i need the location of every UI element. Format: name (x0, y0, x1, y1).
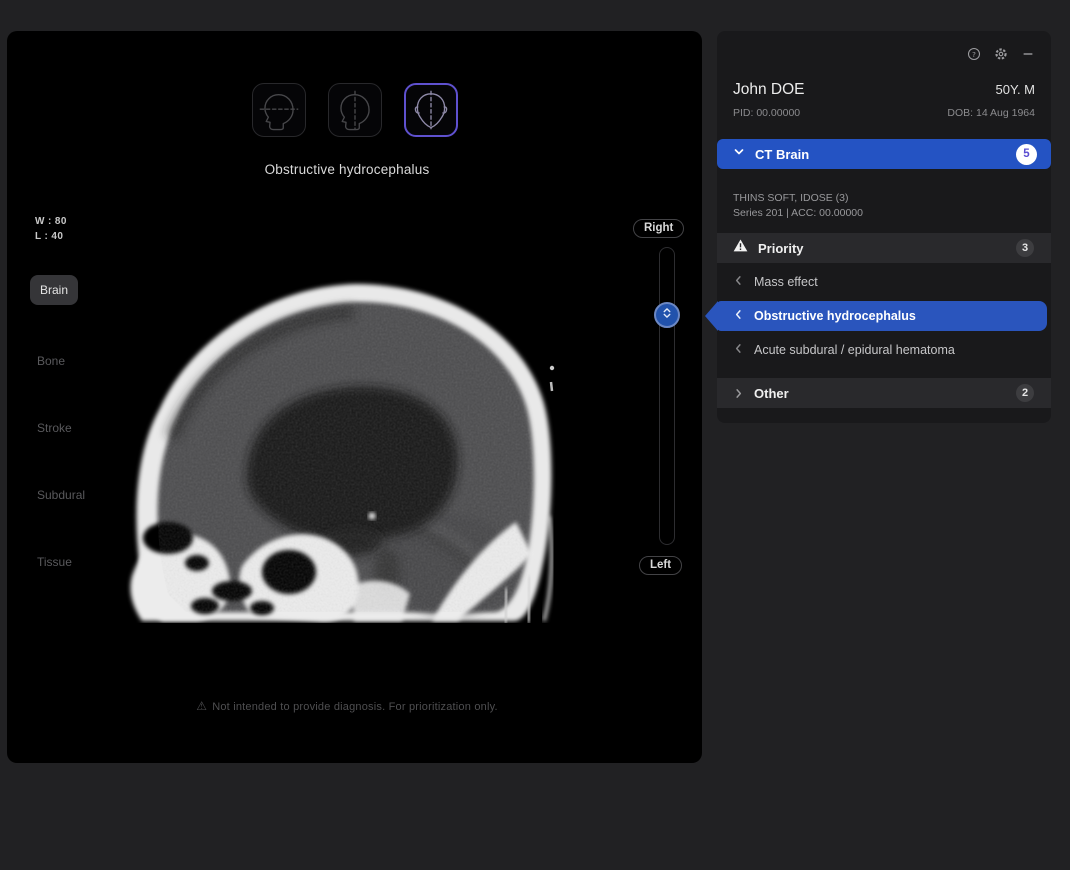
priority-section-label: Priority (758, 241, 1016, 256)
orientation-tabs (252, 83, 458, 137)
worklist-panel: ? John DOE 50Y. M PID: 00.00000 DOB: 14 … (717, 31, 1051, 423)
chevron-left-icon (733, 273, 744, 291)
finding-row-acute-subdural-epidural-hematoma[interactable]: Acute subdural / epidural hematoma (717, 335, 1051, 365)
study-header-ct-brain[interactable]: CT Brain 5 (717, 139, 1051, 169)
finding-label: Acute subdural / epidural hematoma (754, 343, 1034, 357)
other-section-header[interactable]: Other 2 (717, 378, 1051, 408)
chevron-left-icon (733, 341, 744, 359)
patient-name: John DOE (733, 81, 805, 99)
help-icon[interactable]: ? (967, 47, 981, 61)
warning-filled-icon (733, 239, 748, 257)
finding-label: Obstructive hydrocephalus (754, 309, 1030, 323)
finding-row-obstructive-hydrocephalus[interactable]: Obstructive hydrocephalus (717, 301, 1047, 331)
settings-gear-icon[interactable] (994, 47, 1008, 61)
orientation-label-right: Right (633, 219, 684, 238)
window-level-readout: W : 80 L : 40 (35, 214, 67, 244)
other-section-label: Other (754, 386, 1016, 401)
coronal-head-icon (332, 87, 378, 133)
preset-bone-button[interactable]: Bone (37, 354, 65, 368)
minimize-icon[interactable] (1021, 47, 1035, 61)
study-label: CT Brain (755, 147, 1016, 162)
orientation-label-left: Left (639, 556, 682, 575)
preset-subdural-button[interactable]: Subdural (37, 488, 85, 502)
finding-title: Obstructive hydrocephalus (7, 162, 687, 177)
study-count-badge: 5 (1016, 144, 1037, 165)
warning-outline-icon: ⚠ (196, 699, 207, 713)
chevron-right-icon (733, 388, 744, 399)
disclaimer-text: ⚠Not intended to provide diagnosis. For … (7, 699, 687, 713)
finding-row-mass-effect[interactable]: Mass effect (717, 267, 1051, 297)
axial-head-icon (256, 87, 302, 133)
ct-viewer-panel: Obstructive hydrocephalus W : 80 L : 40 … (7, 31, 702, 763)
finding-label: Mass effect (754, 275, 1034, 289)
preset-stroke-button[interactable]: Stroke (37, 421, 72, 435)
preset-brain-button[interactable]: Brain (30, 275, 78, 305)
preset-tissue-button[interactable]: Tissue (37, 555, 72, 569)
patient-pid: PID: 00.00000 (733, 107, 800, 119)
patient-header: John DOE 50Y. M (733, 81, 1035, 99)
patient-dob: DOB: 14 Aug 1964 (947, 107, 1035, 119)
ct-sagittal-image[interactable] (102, 276, 602, 676)
window-level-value: L : 40 (35, 229, 67, 244)
slice-slider-track[interactable] (659, 247, 675, 545)
svg-text:?: ? (972, 50, 976, 59)
series-description: THINS SOFT, IDOSE (3) (733, 191, 863, 206)
chevron-left-icon (733, 307, 744, 325)
window-width-value: W : 80 (35, 214, 67, 229)
patient-age-sex: 50Y. M (995, 82, 1035, 97)
orientation-sagittal-button[interactable] (404, 83, 458, 137)
panel-window-controls: ? (967, 47, 1035, 61)
patient-ids: PID: 00.00000 DOB: 14 Aug 1964 (733, 107, 1035, 119)
orientation-axial-button[interactable] (252, 83, 306, 137)
priority-section-header[interactable]: Priority 3 (717, 233, 1051, 263)
slice-slider-handle[interactable] (654, 302, 680, 328)
orientation-coronal-button[interactable] (328, 83, 382, 137)
priority-count-badge: 3 (1016, 239, 1034, 257)
other-count-badge: 2 (1016, 384, 1034, 402)
series-accession: Series 201 | ACC: 00.00000 (733, 206, 863, 221)
series-info: THINS SOFT, IDOSE (3) Series 201 | ACC: … (733, 191, 863, 221)
chevron-down-icon (733, 145, 745, 163)
sagittal-head-icon (408, 87, 454, 133)
unfold-chevrons-icon (658, 304, 676, 327)
